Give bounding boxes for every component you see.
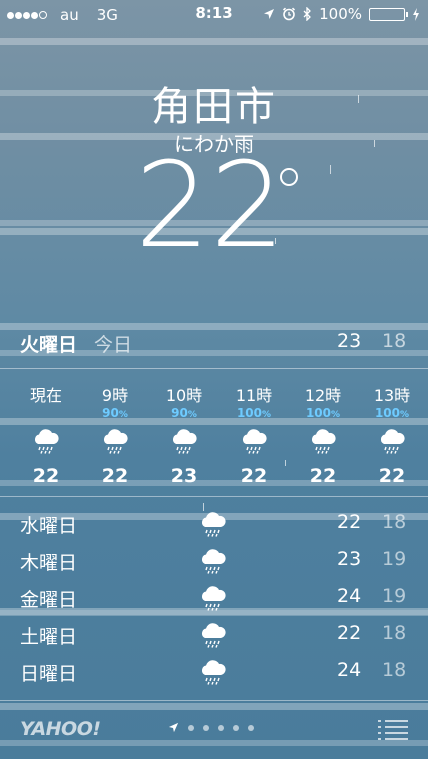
page-dot	[248, 724, 254, 731]
hour-precip: 100%	[374, 406, 410, 420]
hour-temp: 22	[309, 465, 337, 487]
city-name: 角田市	[151, 84, 277, 130]
rain-cloud-icon	[219, 421, 289, 461]
daily-row: 水曜日 22 18	[0, 505, 428, 542]
hour-item: 12時 100% 22	[288, 382, 358, 487]
daily-low: 19	[382, 585, 407, 607]
hour-item: 13時 100% 22	[357, 382, 427, 487]
daily-high: 24	[337, 659, 362, 681]
daily-row: 金曜日 24 19	[0, 579, 428, 616]
list-menu-icon[interactable]	[378, 718, 408, 742]
today-day: 火曜日	[20, 334, 78, 356]
today-label: 今日	[94, 334, 133, 356]
hour-precip: 90%	[102, 406, 128, 420]
daily-high: 22	[337, 511, 362, 533]
location-arrow-icon	[168, 722, 179, 733]
hour-precip	[11, 406, 81, 421]
daily-day: 金曜日	[20, 589, 78, 611]
rain-cloud-icon	[199, 548, 227, 579]
hour-item: 11時 100% 22	[219, 382, 289, 487]
rain-drop	[330, 165, 331, 174]
rain-cloud-icon	[80, 421, 150, 461]
page-dot	[233, 724, 239, 731]
page-dot	[218, 724, 224, 731]
daily-low: 18	[382, 622, 407, 644]
hour-temp: 22	[32, 465, 60, 487]
yahoo-logo[interactable]: YAHOO!	[20, 718, 101, 740]
footer-bar: YAHOO!	[0, 700, 428, 759]
page-indicator[interactable]	[168, 722, 254, 733]
daily-day: 土曜日	[20, 626, 78, 648]
rain-cloud-icon	[11, 421, 81, 461]
rain-cloud-icon	[199, 511, 227, 542]
hour-precip: 100%	[236, 406, 272, 420]
daily-low: 19	[382, 548, 407, 570]
degree-symbol	[280, 168, 298, 186]
daily-row: 日曜日 24 18	[0, 653, 428, 690]
daily-forecast[interactable]: 水曜日 22 18 木曜日 23 19 金曜日 24 19 土曜日 22 18 …	[0, 505, 428, 690]
rain-cloud-icon	[199, 622, 227, 653]
battery-icon	[369, 7, 408, 21]
hour-item: 9時 90% 22	[80, 382, 150, 487]
daily-high: 23	[337, 548, 362, 570]
charging-bolt-icon	[413, 7, 419, 21]
daily-day: 木曜日	[20, 552, 78, 574]
today-low: 18	[382, 330, 407, 352]
hour-time: 11時	[235, 386, 273, 405]
hour-temp: 22	[240, 465, 268, 487]
hour-item: 10時 90% 23	[149, 382, 219, 487]
hour-time: 10時	[165, 386, 203, 405]
alarm-clock-icon	[283, 7, 296, 21]
divider	[0, 496, 428, 497]
daily-low: 18	[382, 659, 407, 681]
rain-cloud-icon	[149, 421, 219, 461]
daily-low: 18	[382, 511, 407, 533]
battery-percent: 100%	[319, 5, 362, 23]
rain-cloud-icon	[199, 585, 227, 616]
page-dot	[203, 724, 209, 731]
hour-time: 12時	[304, 386, 342, 405]
daily-day: 水曜日	[20, 515, 78, 537]
bluetooth-icon	[303, 7, 312, 21]
daily-row: 土曜日 22 18	[0, 616, 428, 653]
daily-day: 日曜日	[20, 663, 78, 685]
hour-time: 現在	[29, 386, 62, 405]
current-temperature: 22	[135, 136, 286, 274]
divider	[0, 368, 428, 369]
hour-temp: 22	[101, 465, 129, 487]
rain-cloud-icon	[288, 421, 358, 461]
hour-item: 現在 22	[11, 382, 81, 487]
hour-precip: 100%	[305, 406, 341, 420]
hour-time: 9時	[101, 386, 129, 405]
hour-temp: 22	[378, 465, 406, 487]
daily-high: 22	[337, 622, 362, 644]
rain-cloud-icon	[199, 659, 227, 690]
location-arrow-icon	[264, 9, 275, 19]
status-bar: au 3G 8:13 100%	[0, 0, 428, 28]
rain-cloud-icon	[357, 421, 427, 461]
hour-temp: 23	[170, 465, 198, 487]
hourly-forecast[interactable]: 現在 22 9時 90% 22 10時 90% 23 11時 100% 22 1…	[0, 372, 428, 496]
daily-high: 24	[337, 585, 362, 607]
today-high: 23	[337, 330, 362, 352]
page-dot	[188, 724, 194, 731]
hour-time: 13時	[373, 386, 411, 405]
today-summary-row: 火曜日 今日 23 18	[0, 330, 428, 360]
hour-precip: 90%	[171, 406, 197, 420]
daily-row: 木曜日 23 19	[0, 542, 428, 579]
status-right: 100%	[263, 5, 420, 23]
